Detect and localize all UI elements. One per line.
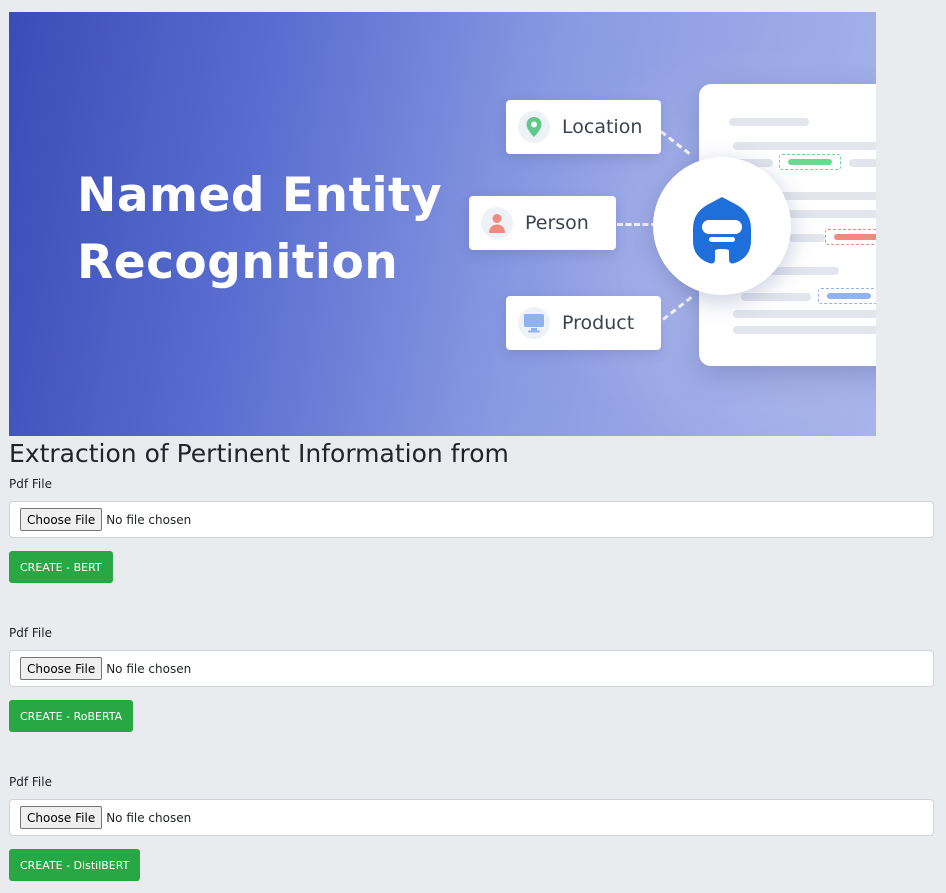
product-chip: Product (506, 296, 661, 350)
tag-highlight-blue (818, 288, 876, 304)
create-bert-button[interactable]: CREATE - BERT (9, 551, 113, 583)
banner-title: Named Entity Recognition (77, 162, 457, 296)
person-icon (489, 214, 505, 233)
bot-face-icon (693, 197, 751, 264)
banner-title-line2: Recognition (77, 235, 399, 290)
doc-line (789, 234, 825, 242)
pdf-file-label: Pdf File (9, 626, 52, 640)
file-status-text: No file chosen (106, 810, 192, 825)
connector-person (617, 223, 657, 226)
page: Named Entity Recognition Location Person… (0, 0, 946, 893)
product-chip-label: Product (562, 312, 635, 334)
pdf-file-input[interactable]: Choose File No file chosen (9, 650, 934, 687)
file-status-text: No file chosen (106, 512, 192, 527)
monitor-icon (524, 314, 544, 333)
create-roberta-button[interactable]: CREATE - RoBERTA (9, 700, 134, 732)
doc-line (733, 326, 876, 334)
pdf-file-label: Pdf File (9, 775, 52, 789)
banner-title-line1: Named Entity (77, 168, 443, 223)
pdf-file-input[interactable]: Choose File No file chosen (9, 501, 934, 538)
pdf-file-input[interactable]: Choose File No file chosen (9, 799, 934, 836)
location-chip: Location (506, 100, 661, 154)
person-chip: Person (469, 196, 616, 250)
doc-line (733, 142, 876, 150)
pdf-file-label: Pdf File (9, 477, 52, 491)
doc-line (729, 118, 809, 126)
location-pin-icon (526, 117, 542, 137)
doc-line (849, 159, 876, 167)
choose-file-button[interactable]: Choose File (20, 806, 103, 829)
person-chip-label: Person (525, 212, 589, 234)
choose-file-button[interactable]: Choose File (20, 657, 103, 680)
ner-banner-image: Named Entity Recognition Location Person… (9, 12, 876, 436)
page-title: Extraction of Pertinent Information from (9, 439, 509, 468)
file-status-text: No file chosen (106, 661, 192, 676)
tag-highlight-red (825, 229, 876, 245)
center-bot-circle (653, 157, 791, 295)
doc-line (733, 310, 876, 318)
create-distilbert-button[interactable]: CREATE - DistilBERT (9, 849, 141, 881)
location-chip-label: Location (562, 116, 643, 138)
choose-file-button[interactable]: Choose File (20, 508, 103, 531)
